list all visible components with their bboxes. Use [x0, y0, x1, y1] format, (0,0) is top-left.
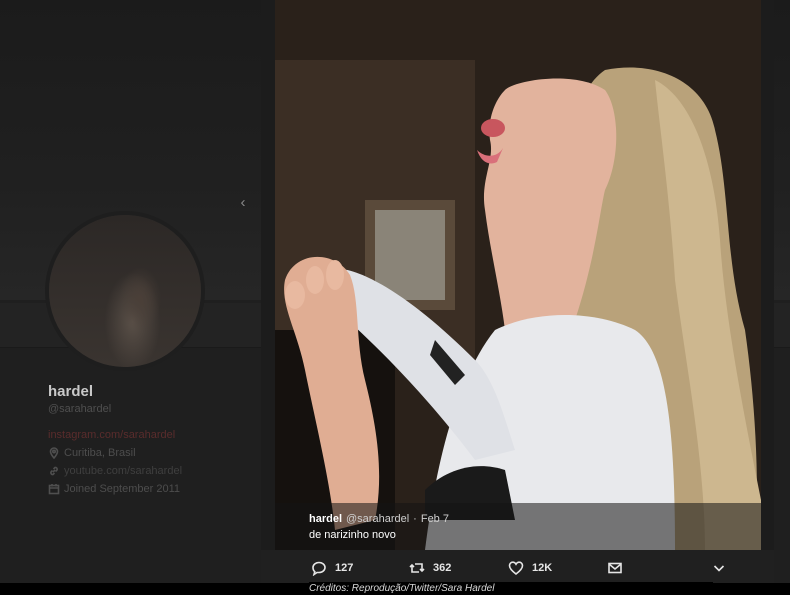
heart-icon	[508, 561, 524, 576]
profile-joined-text: Joined September 2011	[64, 483, 180, 495]
profile-website[interactable]: youtube.com/sarahardel	[48, 465, 248, 477]
location-pin-icon	[49, 447, 59, 459]
profile-handle: @sarahardel	[48, 403, 112, 415]
retweet-button[interactable]: 362	[409, 560, 451, 576]
reply-icon	[312, 561, 326, 576]
reply-button[interactable]: 127	[311, 560, 353, 576]
link-icon	[50, 466, 58, 476]
more-options-button[interactable]	[711, 560, 727, 576]
avatar[interactable]	[45, 211, 205, 371]
chevron-left-icon: ‹	[240, 194, 246, 211]
previous-media-button[interactable]: ‹	[236, 195, 250, 211]
tweet-separator: ·	[413, 513, 417, 525]
chevron-down-icon	[713, 565, 725, 572]
image-credit: Créditos: Reprodução/Twitter/Sara Hardel	[309, 582, 713, 595]
retweet-icon	[409, 563, 425, 573]
avatar-image	[49, 215, 201, 367]
tweet-author-handle[interactable]: @sarahardel	[346, 513, 409, 525]
envelope-icon	[608, 562, 622, 574]
tweet-photo[interactable]	[275, 0, 761, 550]
profile-card: hardel @sarahardel instagram.com/sarahar…	[48, 383, 248, 495]
profile-location-text: Curitiba, Brasil	[64, 447, 136, 459]
tweet-date[interactable]: Feb 7	[421, 513, 449, 525]
direct-message-button[interactable]	[607, 560, 623, 576]
calendar-icon	[48, 484, 60, 495]
reply-count: 127	[335, 562, 354, 574]
profile-website-text[interactable]: youtube.com/sarahardel	[64, 465, 182, 477]
profile-name: hardel	[48, 383, 94, 400]
profile-bio-link[interactable]: instagram.com/sarahardel	[48, 429, 248, 441]
like-count: 12K	[532, 562, 553, 574]
profile-joined: Joined September 2011	[48, 483, 248, 495]
profile-location: Curitiba, Brasil	[48, 447, 248, 459]
retweet-count: 362	[433, 562, 452, 574]
tweet-meta: hardel @sarahardel · Feb 7	[309, 513, 449, 525]
like-button[interactable]: 12K	[508, 560, 552, 576]
tweet-author-name[interactable]: hardel	[309, 513, 342, 525]
tweet-text: de narizinho novo	[309, 529, 396, 541]
photo-caption-overlay	[275, 503, 761, 550]
tweet-photo-image	[275, 0, 761, 550]
